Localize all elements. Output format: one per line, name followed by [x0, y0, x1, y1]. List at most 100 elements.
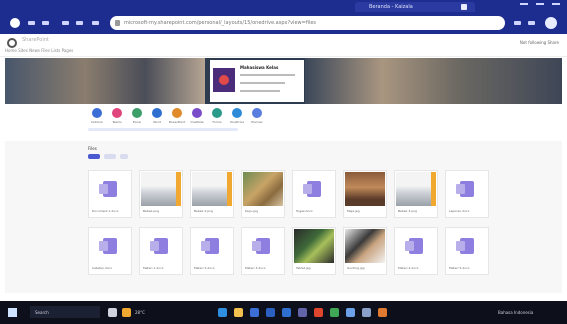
app-bar: SharePoint Home Sites News Files Lists P…	[0, 34, 567, 57]
mail-icon[interactable]	[266, 308, 275, 317]
file-tile[interactable]: Materi 2.docx	[190, 227, 234, 275]
forward-icon[interactable]	[76, 21, 83, 25]
file-tile[interactable]: Meja.jpg	[343, 170, 387, 218]
file-name: Tablet.jpg	[296, 266, 311, 270]
file-tile[interactable]: Materi 1.docx	[139, 227, 183, 275]
back-icon[interactable]	[62, 21, 69, 25]
maximize-icon[interactable]	[536, 3, 544, 5]
photos-taskbar-icon[interactable]	[346, 308, 355, 317]
site-actions[interactable]: Not following Share	[520, 40, 559, 45]
extensions-icon[interactable]	[528, 21, 535, 25]
lock-icon	[115, 20, 120, 26]
app-icon[interactable]	[212, 108, 222, 118]
tab-bar: Beranda - Kaizala	[0, 0, 567, 12]
app-icon[interactable]	[92, 108, 102, 118]
file-tile[interactable]: Bebek 3.png	[394, 170, 438, 218]
file-tile[interactable]: Bebek.png	[139, 170, 183, 218]
profile-icon[interactable]	[10, 18, 20, 28]
file-thumbnail	[396, 229, 436, 263]
browser-profile-avatar[interactable]	[545, 17, 557, 29]
browser-toolbar: microsoft-my.sharepoint.com/personal/_la…	[0, 12, 567, 34]
file-tile[interactable]: Bebek 2.png	[190, 170, 234, 218]
tab-close-icon[interactable]	[461, 4, 467, 10]
powerpoint-taskbar-icon[interactable]	[314, 308, 323, 317]
taskbar-search-label: Search	[35, 310, 49, 315]
close-window-icon[interactable]	[552, 3, 560, 5]
document-icon	[201, 238, 219, 254]
file-tile[interactable]: Gunting.jpg	[343, 227, 387, 275]
favorites-icon[interactable]	[514, 21, 521, 25]
file-tile[interactable]: Materi 4.docx	[394, 227, 438, 275]
file-thumbnail	[141, 229, 181, 263]
thumbnail-accent	[431, 172, 436, 206]
minimize-icon[interactable]	[520, 3, 528, 5]
teams-taskbar-icon[interactable]	[298, 308, 307, 317]
site-line-3	[240, 90, 280, 92]
taskbar-search[interactable]: Search	[30, 306, 100, 318]
file-thumbnail	[396, 172, 436, 206]
app-icon-label: Forms	[212, 120, 222, 124]
image-preview	[345, 229, 385, 263]
settings-taskbar-icon[interactable]	[362, 308, 371, 317]
edge-icon[interactable]	[218, 308, 227, 317]
filter-chip-shared[interactable]	[104, 154, 116, 159]
file-thumbnail	[90, 172, 130, 206]
search-hint-bar[interactable]	[88, 128, 238, 131]
address-text[interactable]: microsoft-my.sharepoint.com/personal/_la…	[124, 16, 494, 30]
site-banner: Mahasiswa Kelas	[5, 58, 562, 104]
app-logo-icon[interactable]	[7, 38, 17, 48]
app-icon-label: Teams	[112, 120, 122, 124]
app-icon[interactable]	[192, 108, 202, 118]
app-icon-label: Planner	[251, 120, 263, 124]
document-icon	[456, 181, 474, 197]
active-tab[interactable]: Beranda - Kaizala	[355, 2, 475, 12]
file-tile[interactable]: Document 1.docx	[88, 170, 132, 218]
site-info-card[interactable]: Mahasiswa Kelas	[210, 60, 304, 102]
word-taskbar-icon[interactable]	[282, 308, 291, 317]
app-icon[interactable]	[112, 108, 122, 118]
file-tile[interactable]: Catatan.docx	[88, 227, 132, 275]
app-icon[interactable]	[172, 108, 182, 118]
document-icon	[99, 238, 117, 254]
file-thumbnail	[447, 229, 487, 263]
file-name: Gunting.jpg	[347, 266, 365, 270]
site-nav-links[interactable]: Home Sites News Files Lists Pages	[5, 48, 73, 53]
file-tile[interactable]: Laporan.docx	[445, 170, 489, 218]
file-thumbnail	[345, 172, 385, 206]
system-tray-status[interactable]: Bahasa Indonesia	[498, 310, 533, 315]
app-icon[interactable]	[132, 108, 142, 118]
app-icon[interactable]	[152, 108, 162, 118]
chrome-taskbar-icon[interactable]	[330, 308, 339, 317]
windows-start-icon[interactable]	[8, 308, 17, 317]
files-section-title: Files	[88, 146, 97, 151]
file-thumbnail	[243, 172, 283, 206]
app-icon[interactable]	[232, 108, 242, 118]
banner-photo-left	[5, 58, 205, 104]
file-tile[interactable]: Materi 3.docx	[241, 227, 285, 275]
address-bar[interactable]: microsoft-my.sharepoint.com/personal/_la…	[110, 16, 505, 30]
file-explorer-icon[interactable]	[234, 308, 243, 317]
refresh-icon[interactable]	[92, 21, 99, 25]
site-line-2	[240, 82, 285, 84]
site-title: Mahasiswa Kelas	[240, 65, 279, 70]
site-line-1	[240, 74, 295, 76]
file-tile[interactable]: Kayu.jpg	[241, 170, 285, 218]
app-icon[interactable]	[252, 108, 262, 118]
filter-chip-more[interactable]	[120, 154, 128, 159]
filter-chip-recent[interactable]	[88, 154, 100, 159]
app-launcher-row: Outlook Teams Excel Word PowerPoint OneNote Fo…	[0, 108, 567, 134]
file-thumbnail	[345, 229, 385, 263]
file-tile[interactable]: Tugas.docx	[292, 170, 336, 218]
document-icon	[303, 181, 321, 197]
tab-actions-icon[interactable]	[28, 21, 35, 25]
widgets-icon[interactable]	[122, 308, 131, 317]
file-tile[interactable]: Materi 5.docx	[445, 227, 489, 275]
file-thumbnail	[447, 172, 487, 206]
file-tile[interactable]: Tablet.jpg	[292, 227, 336, 275]
workspaces-icon[interactable]	[42, 21, 49, 25]
app-taskbar-icon[interactable]	[378, 308, 387, 317]
task-view-icon[interactable]	[108, 308, 117, 317]
store-icon[interactable]	[250, 308, 259, 317]
site-logo	[213, 68, 235, 92]
document-icon	[99, 181, 117, 197]
